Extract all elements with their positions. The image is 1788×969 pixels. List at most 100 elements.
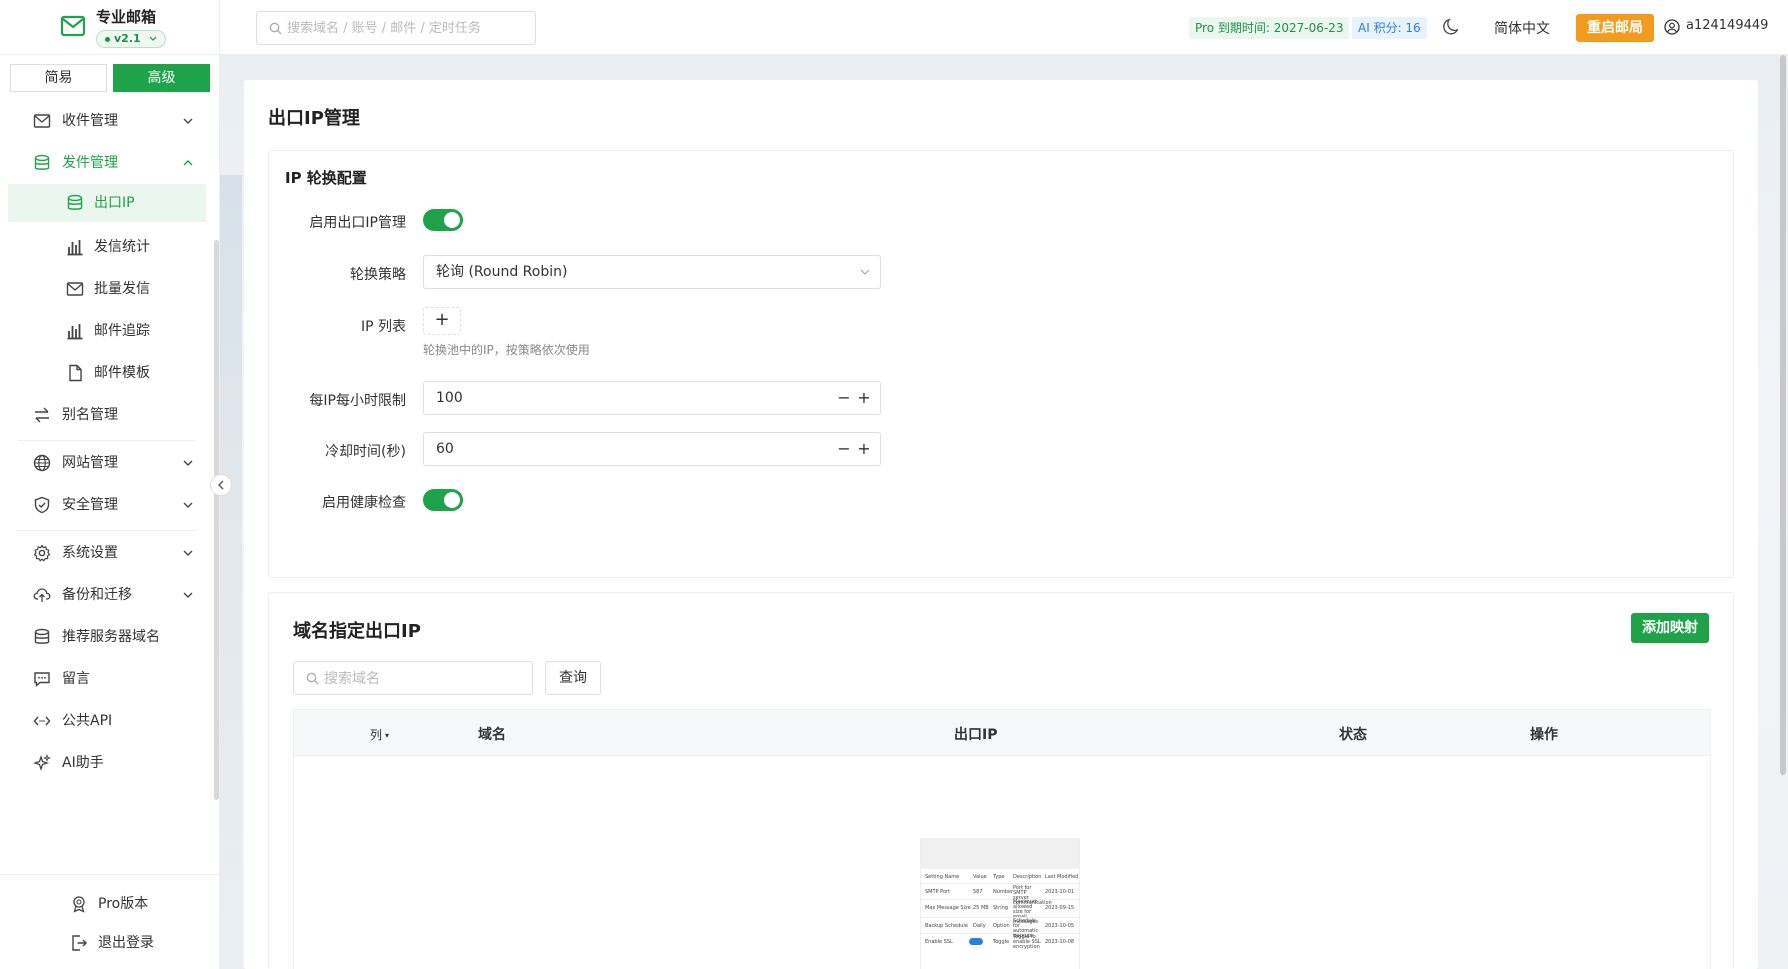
chevron-down-icon: [183, 550, 193, 556]
search-icon: [269, 22, 282, 35]
hourly-limit-label: 每IP每小时限制: [309, 393, 406, 409]
illustration-cell: SMTP Port: [925, 889, 951, 895]
ip-rotation-config: IP 轮换配置 启用出口IP管理 轮换策略 轮询 (Round Robin) I…: [268, 150, 1734, 578]
enable-ip-management-toggle[interactable]: [423, 209, 463, 231]
sidebar-item-bulk-send[interactable]: 批量发信: [8, 268, 206, 310]
bar-chart-icon: [67, 240, 83, 256]
sidebar-item-inbox-management[interactable]: 收件管理: [8, 100, 206, 142]
sidebar-collapse-button[interactable]: [210, 474, 232, 496]
strategy-select[interactable]: 轮询 (Round Robin): [423, 255, 881, 289]
bar-chart-icon: [67, 324, 83, 340]
health-check-toggle[interactable]: [423, 489, 463, 511]
restart-mail-button[interactable]: 重启邮局: [1576, 14, 1654, 42]
moon-icon[interactable]: [1442, 18, 1460, 36]
hourly-limit-input[interactable]: 100 − +: [423, 381, 881, 415]
form-row-ip-list: IP 列表 + 轮换池中的IP，按策略依次使用: [269, 307, 969, 363]
global-search-input[interactable]: [287, 18, 527, 38]
decrement-button[interactable]: −: [836, 440, 852, 458]
sidebar-item-mail-tracking[interactable]: 邮件追踪: [8, 310, 206, 352]
database-icon: [67, 194, 83, 210]
increment-button[interactable]: +: [856, 440, 872, 458]
illustration-divider: [921, 933, 1079, 934]
topbar: Pro 到期时间: 2027-06-23 AI 积分: 16 简体中文 重启邮局…: [220, 0, 1788, 55]
illustration-cell: Option: [993, 923, 1010, 929]
decrement-button[interactable]: −: [836, 389, 852, 407]
swap-arrows-icon: [35, 407, 49, 423]
sidebar-item-label: 发件管理: [62, 155, 118, 171]
illustration-cell: Max Message Size: [925, 905, 971, 911]
status-dot-icon: [105, 36, 110, 42]
query-button[interactable]: 查询: [545, 661, 601, 695]
illustration-cell: Daily: [973, 923, 986, 929]
illustration-header-cell: Last Modified: [1045, 874, 1079, 880]
sidebar-item-label: 推荐服务器域名: [62, 629, 160, 645]
sidebar-item-mail-templates[interactable]: 邮件模板: [8, 352, 206, 394]
form-row-hourly-limit: 每IP每小时限制 100 − +: [269, 381, 969, 417]
domain-ip-mapping: 域名指定出口IP 添加映射 查询 列▾ 域名 出口IP 状态 操作 Settin…: [268, 592, 1734, 969]
ip-list-hint: 轮换池中的IP，按策略依次使用: [423, 343, 590, 357]
brand-name: 专业邮箱: [96, 8, 157, 26]
section-title: 域名指定出口IP: [293, 621, 421, 642]
chevron-down-icon: [183, 118, 193, 124]
sidebar-item-label: 收件管理: [62, 113, 118, 129]
domain-ip-table: 列 ▾ 域名 出口IP 状态 操作 Setting Name Value Type…: [293, 709, 1711, 969]
form-row-enable: 启用出口IP管理: [269, 203, 969, 239]
chevron-down-icon: [183, 592, 193, 598]
sidebar-item-messages[interactable]: 留言: [8, 658, 206, 700]
database-icon: [34, 628, 50, 644]
column-header-outbound-ip[interactable]: 出口IP: [954, 724, 997, 744]
increment-button[interactable]: +: [856, 389, 872, 407]
table-header: 列 ▾ 域名 出口IP 状态 操作: [294, 710, 1710, 756]
cooldown-input[interactable]: 60 − +: [423, 432, 881, 466]
column-selector[interactable]: 列 ▾: [370, 726, 389, 743]
search-icon: [306, 672, 319, 685]
sidebar-item-alias-management[interactable]: 别名管理: [8, 394, 206, 436]
sidebar-item-public-api[interactable]: 公共API: [8, 700, 206, 742]
language-switcher[interactable]: 简体中文: [1494, 18, 1550, 38]
sidebar-item-send-stats[interactable]: 发信统计: [8, 226, 206, 268]
username: a124149449: [1686, 18, 1769, 33]
add-ip-button[interactable]: +: [423, 307, 461, 335]
version-badge[interactable]: v2.1: [96, 30, 166, 48]
illustration-cell: Toggle to enable SSL encryption: [1013, 934, 1041, 950]
illustration-cell: 2023-10-05: [1045, 923, 1075, 929]
sidebar-item-label: 批量发信: [94, 281, 150, 297]
section-title: IP 轮换配置: [285, 169, 367, 187]
cooldown-label: 冷却时间(秒): [325, 444, 406, 460]
mode-advanced-button[interactable]: 高级: [113, 64, 210, 92]
illustration-cell: 587: [973, 889, 983, 895]
sidebar-item-security-management[interactable]: 安全管理: [8, 484, 206, 526]
sidebar-scrollbar[interactable]: [214, 240, 219, 800]
sparkles-icon: [33, 754, 51, 772]
domain-search: [293, 661, 533, 695]
main-scrollbar[interactable]: [1780, 55, 1786, 775]
illustration-cell: 2023-10-08: [1045, 939, 1075, 945]
chevron-down-icon: [183, 502, 193, 508]
nav-divider: [18, 530, 196, 531]
sidebar-item-website-management[interactable]: 网站管理: [8, 442, 206, 484]
illustration-header-cell: Type: [993, 874, 1005, 880]
cooldown-value: 60: [436, 441, 454, 457]
ai-credits-badge: AI 积分: 16: [1352, 17, 1427, 39]
add-mapping-button[interactable]: 添加映射: [1631, 613, 1709, 643]
award-icon: [73, 896, 85, 913]
sidebar-item-ai-assistant[interactable]: AI助手: [8, 742, 206, 784]
chevron-left-icon: [218, 480, 224, 490]
column-header-domain[interactable]: 域名: [478, 724, 506, 744]
mode-simple-button[interactable]: 简易: [10, 64, 107, 92]
sidebar-item-label: 安全管理: [62, 497, 118, 513]
user-circle-icon: [1664, 19, 1680, 35]
sidebar-item-label: 出口IP: [94, 195, 135, 211]
column-header-status[interactable]: 状态: [1339, 724, 1367, 744]
logout-icon: [72, 935, 87, 951]
sidebar-item-recommended-server-domain[interactable]: 推荐服务器域名: [8, 616, 206, 658]
column-header-actions: 操作: [1530, 727, 1558, 743]
sidebar-item-system-settings[interactable]: 系统设置: [8, 532, 206, 574]
sidebar-item-backup-migration[interactable]: 备份和迁移: [8, 574, 206, 616]
sidebar: 专业邮箱 v2.1 简易 高级 收件管理 发件管理 出口IP 发信统计 批量发信…: [0, 0, 220, 969]
caret-down-icon: ▾: [385, 731, 390, 740]
sidebar-item-send-management[interactable]: 发件管理: [8, 142, 206, 184]
strategy-label: 轮换策略: [350, 267, 406, 283]
sidebar-item-outbound-ip[interactable]: 出口IP: [8, 184, 206, 222]
domain-search-input[interactable]: [324, 669, 524, 689]
